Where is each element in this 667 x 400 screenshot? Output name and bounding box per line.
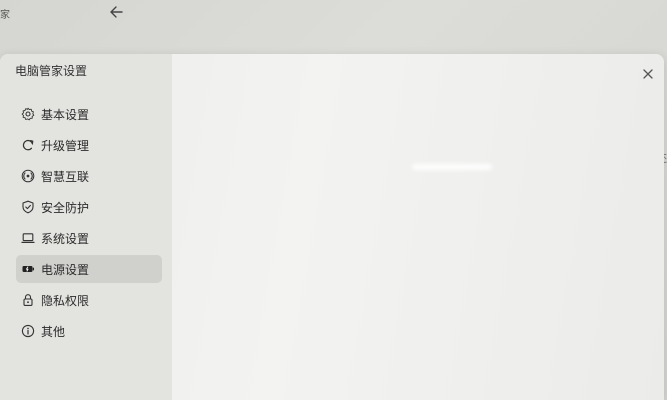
sidebar-item-privacy-permissions[interactable]: 隐私权限 <box>16 286 162 314</box>
sidebar-item-other[interactable]: 其他 <box>16 317 162 345</box>
sidebar-item-system-settings[interactable]: 系统设置 <box>16 224 162 252</box>
laptop-icon <box>21 231 35 245</box>
sidebar-item-power-settings[interactable]: 电源设置 <box>16 255 162 283</box>
settings-menu: 基本设置 升级管理 智慧互联 安全防护 系统设置 电源设置 隐私权限 其他 <box>16 100 162 348</box>
sidebar-item-label: 智慧互联 <box>41 169 90 184</box>
gear-icon <box>21 107 35 121</box>
back-arrow-icon[interactable] <box>106 2 126 22</box>
dialog-title: 电脑管家设置 <box>15 64 88 78</box>
sidebar-item-smart-connect[interactable]: 智慧互联 <box>16 162 162 190</box>
settings-sidebar: 电脑管家设置 基本设置 升级管理 智慧互联 安全防护 系统设置 电源设置 隐私权… <box>0 54 172 400</box>
shield-icon <box>21 200 35 214</box>
settings-dialog: 电脑管家设置 基本设置 升级管理 智慧互联 安全防护 系统设置 电源设置 隐私权… <box>0 54 664 400</box>
battery-icon <box>21 262 35 276</box>
sidebar-item-security-protection[interactable]: 安全防护 <box>16 193 162 221</box>
sidebar-item-label: 系统设置 <box>41 231 90 246</box>
lock-icon <box>21 293 35 307</box>
settings-content-panel <box>172 54 664 400</box>
sidebar-item-label: 升级管理 <box>41 138 90 153</box>
sidebar-item-label: 其他 <box>41 324 66 339</box>
refresh-icon <box>21 138 35 152</box>
sidebar-item-label: 隐私权限 <box>41 293 90 308</box>
screen-glare <box>412 164 492 170</box>
close-icon[interactable] <box>640 66 656 82</box>
sidebar-item-label: 电源设置 <box>41 262 90 277</box>
sidebar-item-label: 安全防护 <box>41 200 90 215</box>
sidebar-item-label: 基本设置 <box>41 107 90 122</box>
sidebar-item-upgrade-management[interactable]: 升级管理 <box>16 131 162 159</box>
info-icon <box>21 324 35 338</box>
connect-icon <box>21 169 35 183</box>
background-app-label: 家 <box>0 10 10 21</box>
sidebar-item-basic-settings[interactable]: 基本设置 <box>16 100 162 128</box>
